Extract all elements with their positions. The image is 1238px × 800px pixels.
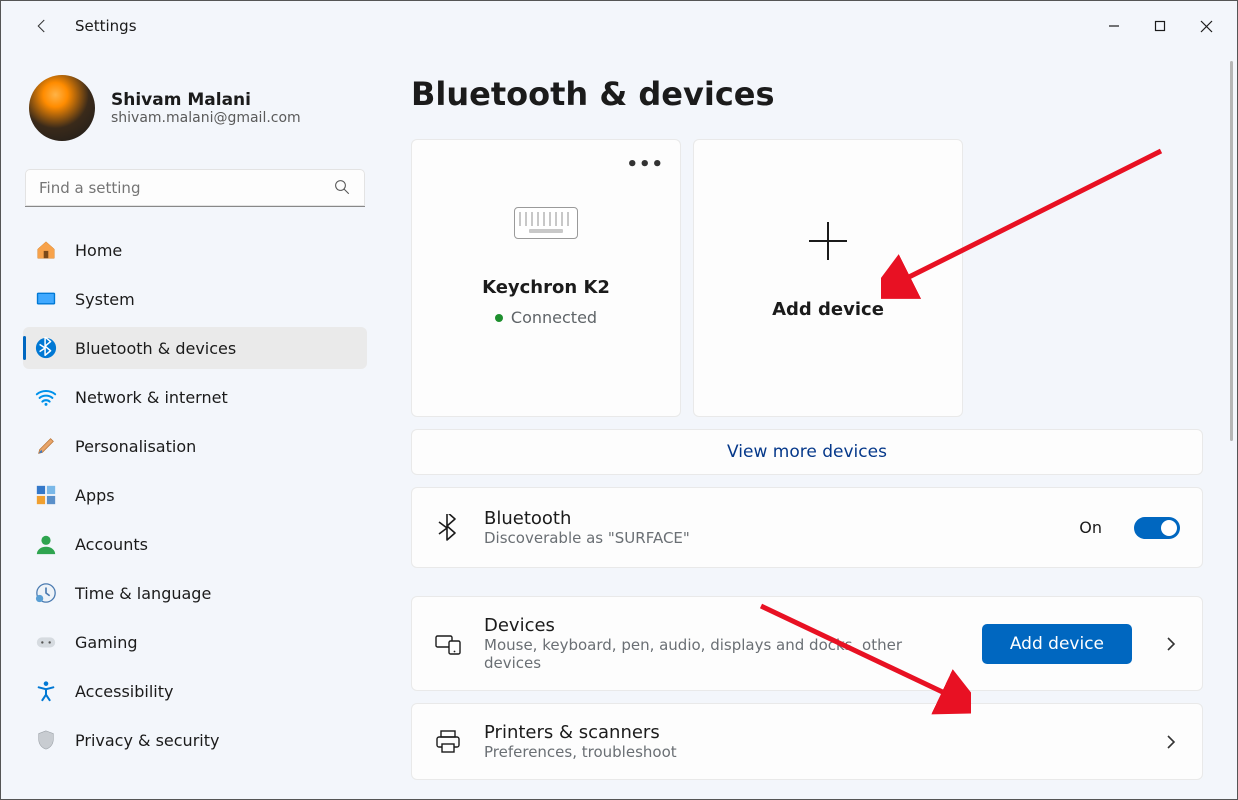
view-more-devices-link[interactable]: View more devices <box>411 429 1203 475</box>
accessibility-icon <box>35 680 57 702</box>
nav-list: Home System Bluetooth & devices Network … <box>23 229 367 768</box>
row-title: Printers & scanners <box>484 722 1140 743</box>
add-device-label: Add device <box>772 299 884 320</box>
nav-label: Bluetooth & devices <box>75 339 236 358</box>
plus-icon <box>805 218 851 275</box>
row-subtitle: Mouse, keyboard, pen, audio, displays an… <box>484 636 960 672</box>
minimize-button[interactable] <box>1091 7 1137 45</box>
printers-row[interactable]: Printers & scanners Preferences, trouble… <box>411 703 1203 780</box>
more-icon[interactable]: ••• <box>626 154 664 175</box>
chevron-right-icon <box>1162 734 1180 750</box>
search-input[interactable] <box>25 169 365 207</box>
bluetooth-row[interactable]: Bluetooth Discoverable as "SURFACE" On <box>411 487 1203 568</box>
apps-icon <box>35 484 57 506</box>
avatar <box>29 75 95 141</box>
row-title: Bluetooth <box>484 508 1057 529</box>
device-card[interactable]: ••• Keychron K2 Connected <box>411 139 681 417</box>
nav-label: Privacy & security <box>75 731 219 750</box>
nav-system[interactable]: System <box>23 278 367 320</box>
app-title: Settings <box>75 17 137 35</box>
device-name: Keychron K2 <box>482 277 610 298</box>
wifi-icon <box>35 386 57 408</box>
profile-email: shivam.malani@gmail.com <box>111 110 301 126</box>
row-title: Devices <box>484 615 960 636</box>
bluetooth-icon <box>35 337 57 359</box>
person-icon <box>35 533 57 555</box>
nav-bluetooth[interactable]: Bluetooth & devices <box>23 327 367 369</box>
nav-label: Gaming <box>75 633 138 652</box>
nav-label: Network & internet <box>75 388 228 407</box>
chevron-right-icon <box>1162 636 1180 652</box>
close-button[interactable] <box>1183 7 1229 45</box>
bluetooth-glyph-icon <box>434 514 462 542</box>
nav-label: Personalisation <box>75 437 196 456</box>
profile-name: Shivam Malani <box>111 90 301 110</box>
printer-icon <box>434 730 462 754</box>
nav-personalisation[interactable]: Personalisation <box>23 425 367 467</box>
toggle-state-label: On <box>1079 518 1102 537</box>
device-status: Connected <box>495 308 597 327</box>
status-dot-icon <box>495 314 503 322</box>
maximize-button[interactable] <box>1137 7 1183 45</box>
brush-icon <box>35 435 57 457</box>
nav-label: Home <box>75 241 122 260</box>
bluetooth-toggle[interactable] <box>1134 517 1180 539</box>
keyboard-icon <box>514 207 578 239</box>
profile-block[interactable]: Shivam Malani shivam.malani@gmail.com <box>23 75 367 141</box>
nav-privacy[interactable]: Privacy & security <box>23 719 367 761</box>
home-icon <box>35 239 57 261</box>
sidebar: Shivam Malani shivam.malani@gmail.com Ho… <box>1 51 381 799</box>
clock-icon <box>35 582 57 604</box>
scrollbar[interactable] <box>1230 61 1233 441</box>
nav-time[interactable]: Time & language <box>23 572 367 614</box>
row-subtitle: Discoverable as "SURFACE" <box>484 529 1057 547</box>
main-content: Bluetooth & devices ••• Keychron K2 Conn… <box>381 51 1237 799</box>
device-status-text: Connected <box>511 308 597 327</box>
title-bar: Settings <box>1 1 1237 51</box>
add-device-button[interactable]: Add device <box>982 624 1132 664</box>
nav-network[interactable]: Network & internet <box>23 376 367 418</box>
back-button[interactable] <box>23 7 61 45</box>
nav-label: Apps <box>75 486 115 505</box>
nav-accessibility[interactable]: Accessibility <box>23 670 367 712</box>
devices-row[interactable]: Devices Mouse, keyboard, pen, audio, dis… <box>411 596 1203 691</box>
gamepad-icon <box>35 631 57 653</box>
nav-label: Accessibility <box>75 682 173 701</box>
add-device-card[interactable]: Add device <box>693 139 963 417</box>
nav-home[interactable]: Home <box>23 229 367 271</box>
row-subtitle: Preferences, troubleshoot <box>484 743 1140 761</box>
nav-apps[interactable]: Apps <box>23 474 367 516</box>
nav-gaming[interactable]: Gaming <box>23 621 367 663</box>
page-title: Bluetooth & devices <box>411 75 1203 113</box>
shield-icon <box>35 729 57 751</box>
view-more-label: View more devices <box>727 442 887 462</box>
nav-label: Accounts <box>75 535 148 554</box>
nav-label: System <box>75 290 135 309</box>
nav-accounts[interactable]: Accounts <box>23 523 367 565</box>
system-icon <box>35 288 57 310</box>
nav-label: Time & language <box>75 584 211 603</box>
window-controls <box>1091 7 1229 45</box>
devices-icon <box>434 633 462 655</box>
